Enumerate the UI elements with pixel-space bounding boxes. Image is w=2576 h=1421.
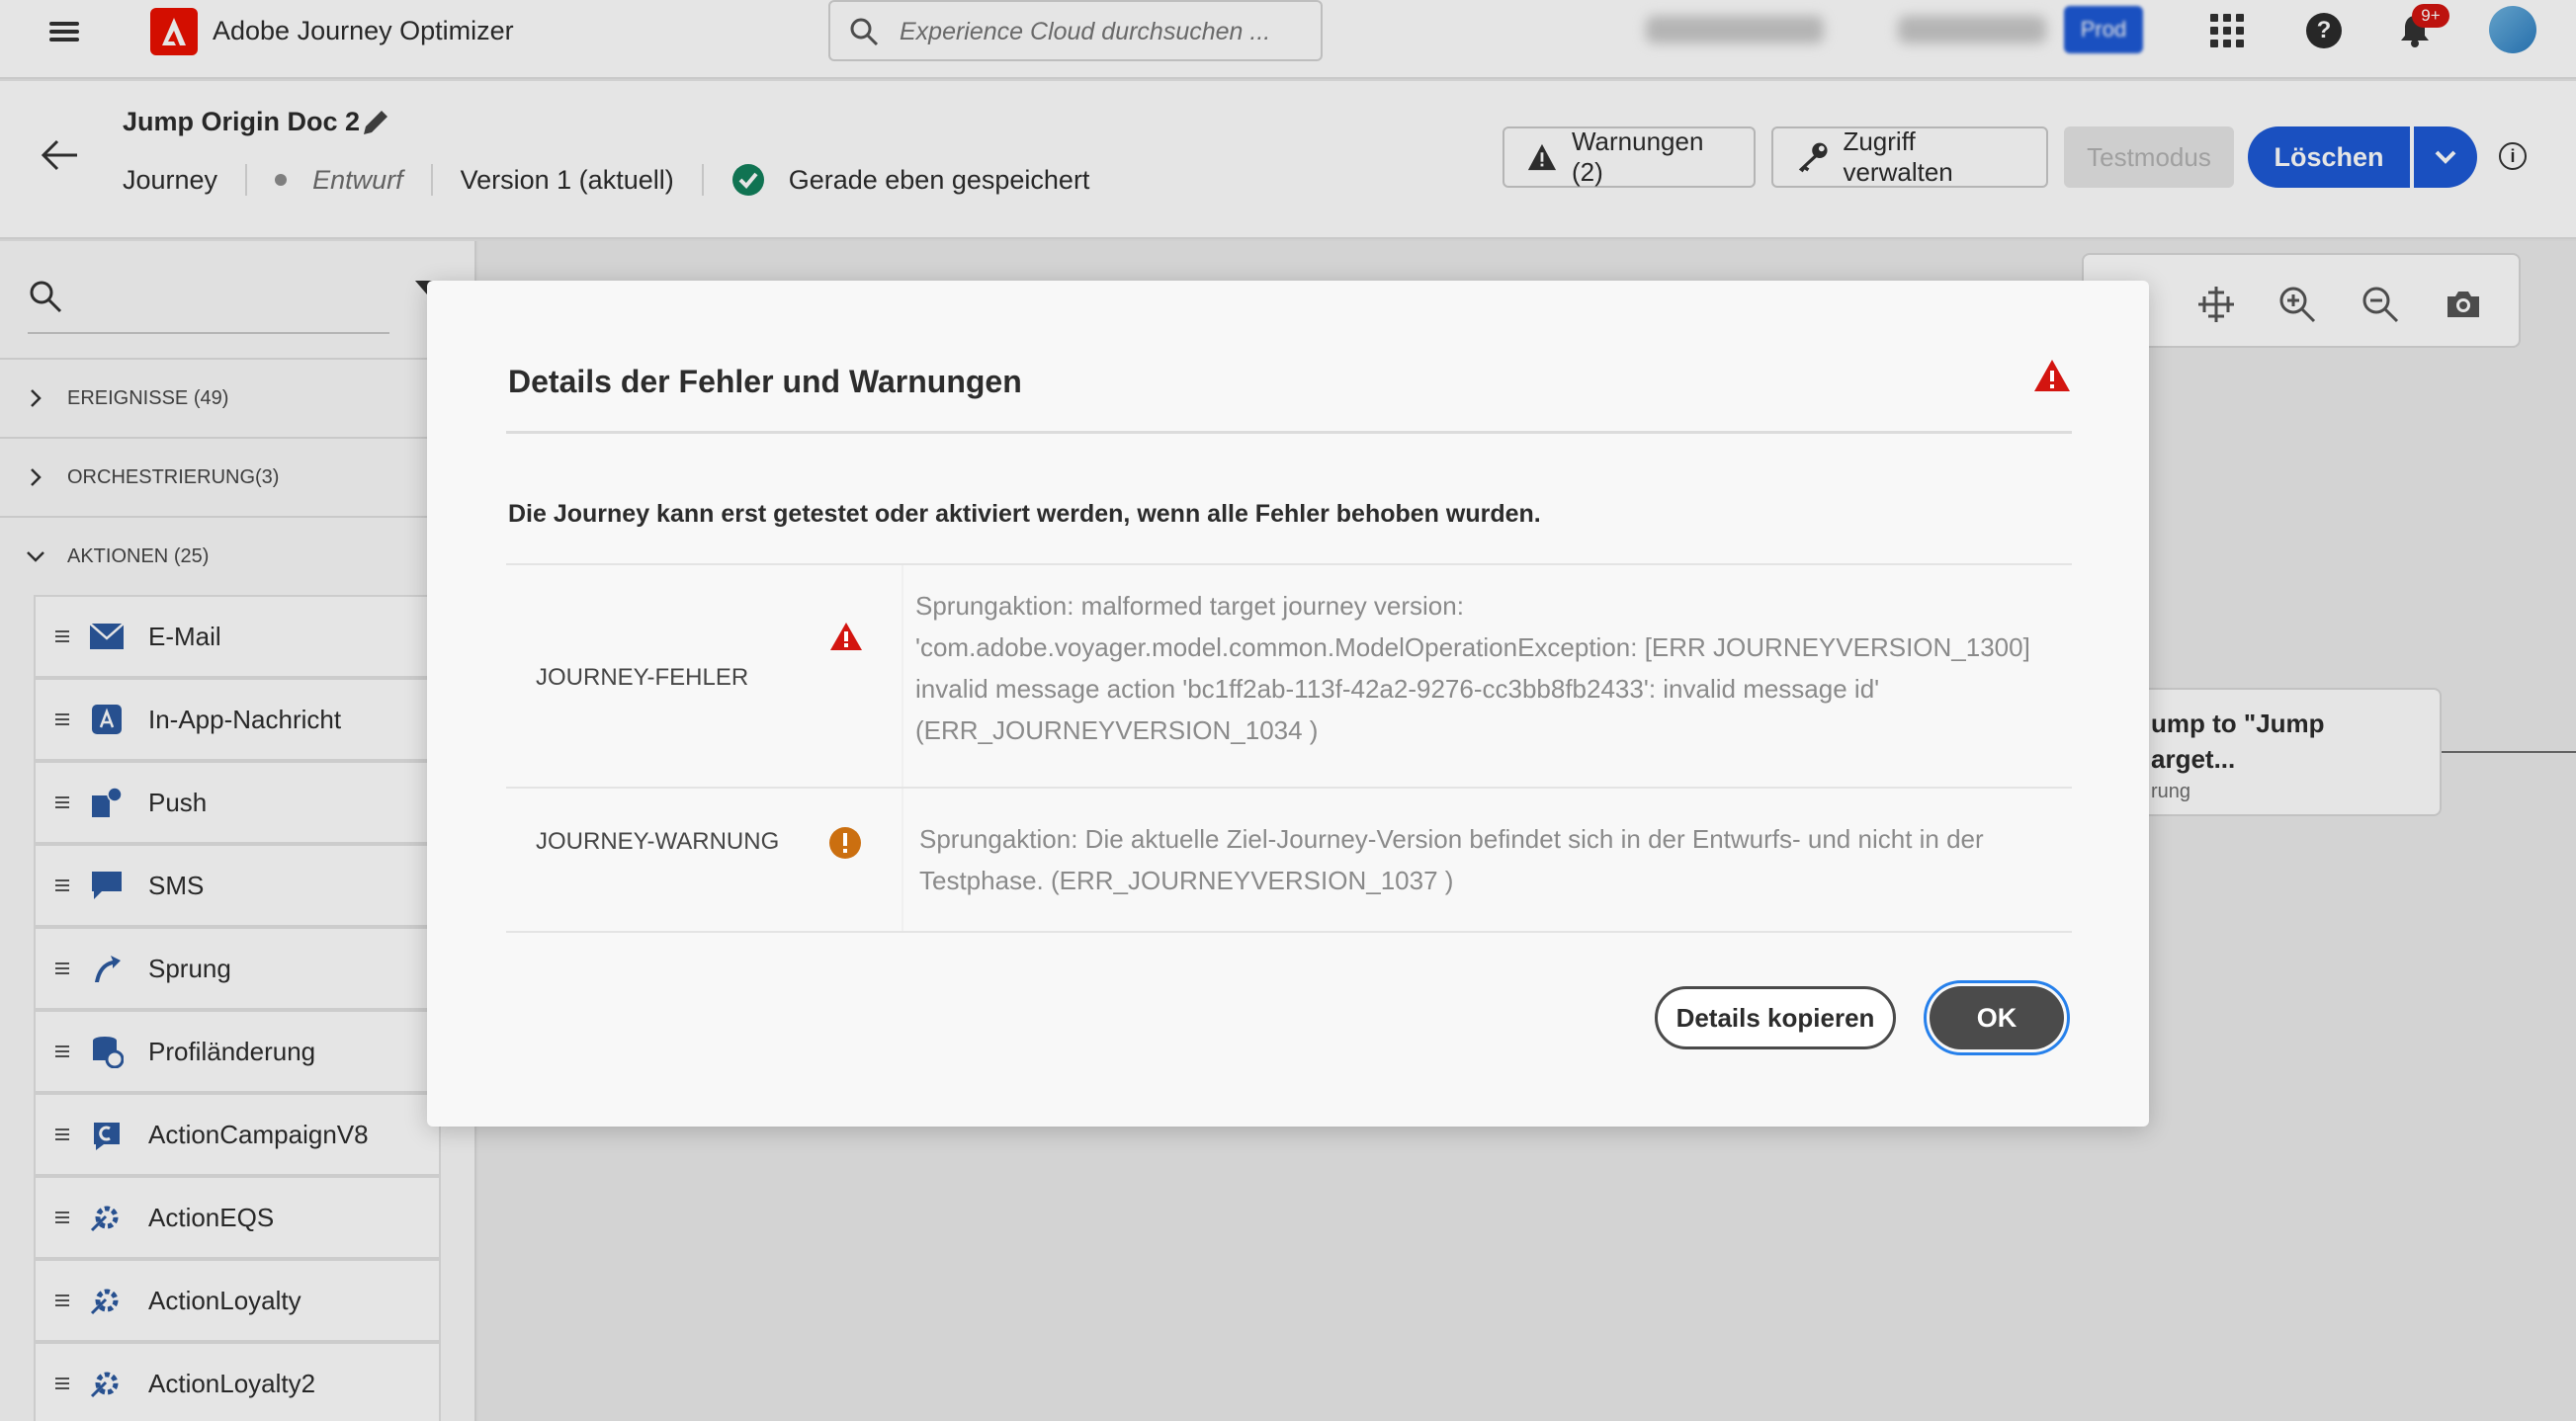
- copy-details-button[interactable]: Details kopieren: [1655, 986, 1896, 1049]
- row-message: Sprungaktion: malformed target journey v…: [915, 591, 2030, 745]
- row-label: JOURNEY-FEHLER: [536, 664, 749, 691]
- warning-circle-icon: [829, 827, 861, 859]
- errors-warnings-dialog: Details der Fehler und Warnungen Die Jou…: [427, 281, 2149, 1127]
- row-message: Sprungaktion: Die aktuelle Ziel-Journey-…: [919, 824, 1984, 895]
- dialog-divider: [506, 431, 2072, 434]
- dialog-title: Details der Fehler und Warnungen: [508, 364, 1022, 399]
- alert-triangle-icon: [2034, 360, 2070, 391]
- error-triangle-icon: [830, 623, 862, 650]
- warning-row: JOURNEY-WARNUNG Sprungaktion: Die aktuel…: [506, 787, 2072, 933]
- row-label: JOURNEY-WARNUNG: [536, 828, 780, 855]
- ok-button[interactable]: OK: [1924, 980, 2070, 1055]
- dialog-description: Die Journey kann erst getestet oder akti…: [508, 500, 1541, 528]
- error-row: JOURNEY-FEHLER Sprungaktion: malformed t…: [506, 563, 2072, 787]
